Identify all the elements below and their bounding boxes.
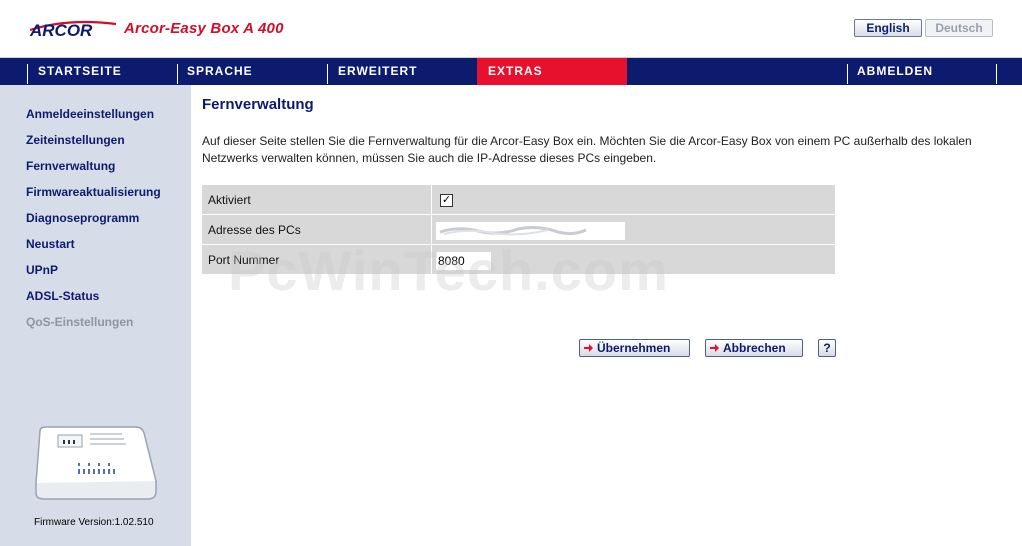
sidebar-item-diagnoseprogramm[interactable]: Diagnoseprogramm <box>26 211 139 225</box>
nav-abmelden[interactable]: ABMELDEN <box>848 58 996 85</box>
sidebar-item-zeiteinstellungen[interactable]: Zeiteinstellungen <box>26 133 125 147</box>
sidebar-item-upnp[interactable]: UPnP <box>26 263 58 277</box>
help-button[interactable]: ? <box>818 339 836 357</box>
port-number-label: Port Nummer <box>208 253 280 267</box>
cancel-button-label: Abbrechen <box>723 341 786 355</box>
activated-label: Aktiviert <box>208 193 251 207</box>
column-separator <box>431 245 432 275</box>
table-row: Aktiviert ✓ <box>202 185 835 215</box>
apply-button[interactable]: Übernehmen <box>579 339 690 357</box>
app-window: ARCOR Arcor-Easy Box A 400 English Deuts… <box>0 0 1022 546</box>
page-description: Auf dieser Seite stellen Sie die Fernver… <box>202 134 972 165</box>
language-deutsch-button[interactable]: Deutsch <box>925 19 993 37</box>
sidebar-item-fernverwaltung[interactable]: Fernverwaltung <box>26 159 115 173</box>
column-separator <box>431 215 432 245</box>
language-english-button[interactable]: English <box>854 19 922 37</box>
nav-erweitert[interactable]: ERWEITERT <box>328 58 476 85</box>
nav-extras[interactable]: EXTRAS <box>477 58 627 85</box>
main-nav: STARTSEITE SPRACHE ERWEITERT EXTRAS ABME… <box>0 58 1022 85</box>
arrow-right-icon <box>584 344 593 352</box>
sidebar-item-firmwareaktualisierung[interactable]: Firmwareaktualisierung <box>26 185 161 199</box>
arrow-right-icon <box>710 344 719 352</box>
sidebar-item-adsl-status[interactable]: ADSL-Status <box>26 289 99 303</box>
activated-checkbox[interactable]: ✓ <box>440 194 453 207</box>
table-row: Adresse des PCs <box>202 215 835 245</box>
firmware-version: Firmware Version:1.02.510 <box>34 517 154 528</box>
nav-startseite[interactable]: STARTSEITE <box>28 58 176 85</box>
brand-text: ARCOR <box>29 21 93 40</box>
pc-address-label: Adresse des PCs <box>208 223 301 237</box>
apply-button-label: Übernehmen <box>597 341 671 355</box>
nav-sprache[interactable]: SPRACHE <box>178 58 326 85</box>
header: ARCOR Arcor-Easy Box A 400 English Deuts… <box>0 0 1022 58</box>
page-title: Fernverwaltung <box>202 96 314 113</box>
sidebar-item-neustart[interactable]: Neustart <box>26 237 75 251</box>
arcor-logo: ARCOR <box>29 20 117 40</box>
port-number-input[interactable] <box>436 252 491 270</box>
sidebar-item-anmeldeeinstellungen[interactable]: Anmeldeeinstellungen <box>26 107 154 121</box>
column-separator <box>431 185 432 215</box>
router-device-icon <box>35 426 157 500</box>
table-row: Port Nummer <box>202 245 835 275</box>
redaction-scribble <box>439 226 587 236</box>
nav-separator <box>996 64 997 84</box>
settings-table: Aktiviert ✓ Adresse des PCs Port Nummer <box>202 185 835 275</box>
sidebar-item-qos-einstellungen: QoS-Einstellungen <box>26 315 134 329</box>
cancel-button[interactable]: Abbrechen <box>705 339 803 357</box>
product-title: Arcor-Easy Box A 400 <box>124 20 284 37</box>
sidebar: Anmeldeeinstellungen Zeiteinstellungen F… <box>0 85 191 546</box>
